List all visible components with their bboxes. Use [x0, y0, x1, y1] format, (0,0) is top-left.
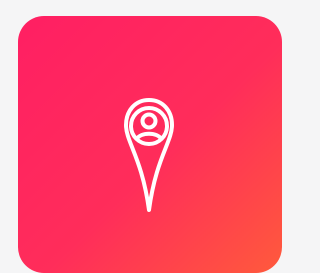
- screen: [0, 0, 282, 273]
- app-icon-tile[interactable]: [18, 16, 282, 273]
- location-person-pin-icon: [122, 96, 176, 214]
